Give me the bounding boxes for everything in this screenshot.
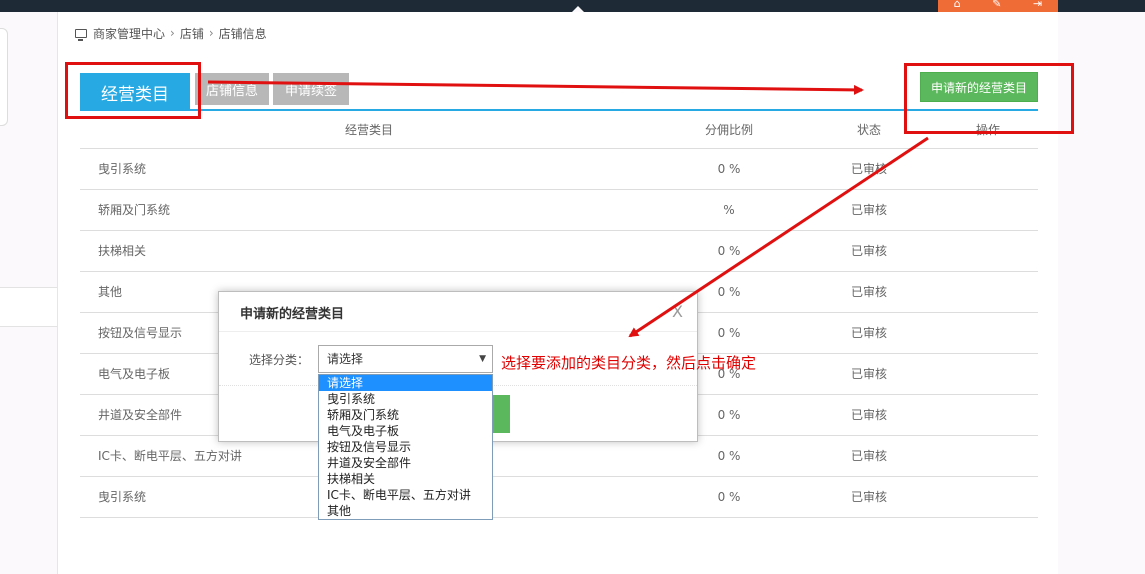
tab-apply-renewal[interactable]: 申请续签 (273, 73, 349, 105)
left-menu-edge (0, 287, 57, 327)
category-select-value: 请选择 (327, 352, 364, 366)
cell-status: 已审核 (800, 312, 938, 354)
annotation-highlight-button (904, 63, 1074, 134)
close-icon[interactable]: X (672, 302, 683, 321)
cell-rate: 0 % (658, 148, 800, 190)
dropdown-option[interactable]: 曳引系统 (319, 391, 492, 407)
top-nav-bar: ⌂ ✎ ⇥ (0, 0, 1145, 12)
annotation-highlight-tab (65, 62, 201, 119)
cell-rate: 0 % (658, 476, 800, 518)
table-header-row: 经营类目 分佣比例 状态 操作 (80, 112, 1038, 149)
monitor-icon (75, 28, 87, 41)
cell-operation (938, 189, 1038, 231)
cell-operation (938, 435, 1038, 477)
cell-category: 扶梯相关 (80, 230, 658, 272)
cell-category: 曳引系统 (80, 148, 658, 190)
cell-rate: % (658, 189, 800, 231)
cell-operation (938, 230, 1038, 272)
confirm-button[interactable] (493, 395, 510, 433)
breadcrumb-separator: › (208, 26, 214, 40)
cell-status: 已审核 (800, 435, 938, 477)
cell-status: 已审核 (800, 271, 938, 313)
dialog-title: 申请新的经营类目 (219, 292, 697, 332)
table-row: 轿厢及门系统% 已审核 (80, 189, 1038, 231)
category-select[interactable]: 请选择 ▼ (318, 345, 493, 373)
cell-rate: 0 % (658, 230, 800, 272)
tab-underline (80, 109, 1038, 111)
dropdown-option[interactable]: 轿厢及门系统 (319, 407, 492, 423)
cell-category: 轿厢及门系统 (80, 189, 658, 231)
table-row: 扶梯相关 0 % 已审核 (80, 230, 1038, 272)
cell-status: 已审核 (800, 230, 938, 272)
cell-status: 已审核 (800, 189, 938, 231)
dropdown-option[interactable]: 其他 (319, 503, 492, 519)
table-row: 曳引系统 0 % 已审核 (80, 476, 1038, 518)
breadcrumb-item-shop-info: 店铺信息 (218, 26, 267, 41)
table-row: 曳引系统 0 % 已审核 (80, 148, 1038, 190)
cell-operation (938, 312, 1038, 354)
column-header-rate: 分佣比例 (658, 112, 800, 149)
cell-status: 已审核 (800, 394, 938, 436)
wrench-icon[interactable]: ✎ (992, 0, 1001, 9)
breadcrumb: 商家管理中心 › 店铺 › 店铺信息 (75, 24, 267, 42)
category-select-label: 选择分类： (249, 353, 310, 367)
cell-status: 已审核 (800, 148, 938, 190)
dropdown-option[interactable]: 电气及电子板 (319, 423, 492, 439)
cell-operation (938, 148, 1038, 190)
cell-operation (938, 476, 1038, 518)
cell-operation (938, 271, 1038, 313)
cell-operation (938, 394, 1038, 436)
chevron-down-icon: ▼ (479, 354, 486, 364)
breadcrumb-item-home[interactable]: 商家管理中心 (93, 25, 165, 42)
breadcrumb-separator: › (170, 26, 175, 40)
cell-operation (938, 353, 1038, 395)
cell-status: 已审核 (800, 353, 938, 395)
cell-status: 已审核 (800, 476, 938, 518)
dropdown-option[interactable]: IC卡、断电平层、五方对讲 (319, 487, 492, 503)
dropdown-option[interactable]: 请选择 (319, 375, 492, 391)
left-panel-edge (0, 28, 8, 126)
breadcrumb-item-shop[interactable]: 店铺 (180, 25, 204, 42)
tab-shop-info[interactable]: 店铺信息 (195, 73, 269, 105)
annotation-instruction: 选择要添加的类目分类，然后点击确定 (501, 354, 757, 372)
dropdown-option[interactable]: 扶梯相关 (319, 471, 492, 487)
top-icon-group: ⌂ ✎ ⇥ (938, 0, 1058, 12)
logout-icon[interactable]: ⇥ (1033, 0, 1042, 9)
dropdown-option[interactable]: 按钮及信号显示 (319, 439, 492, 455)
home-icon[interactable]: ⌂ (954, 0, 961, 9)
category-dropdown-list: 请选择 曳引系统 轿厢及门系统 电气及电子板 按钮及信号显示 井道及安全部件 扶… (318, 374, 493, 520)
dropdown-option[interactable]: 井道及安全部件 (319, 455, 492, 471)
